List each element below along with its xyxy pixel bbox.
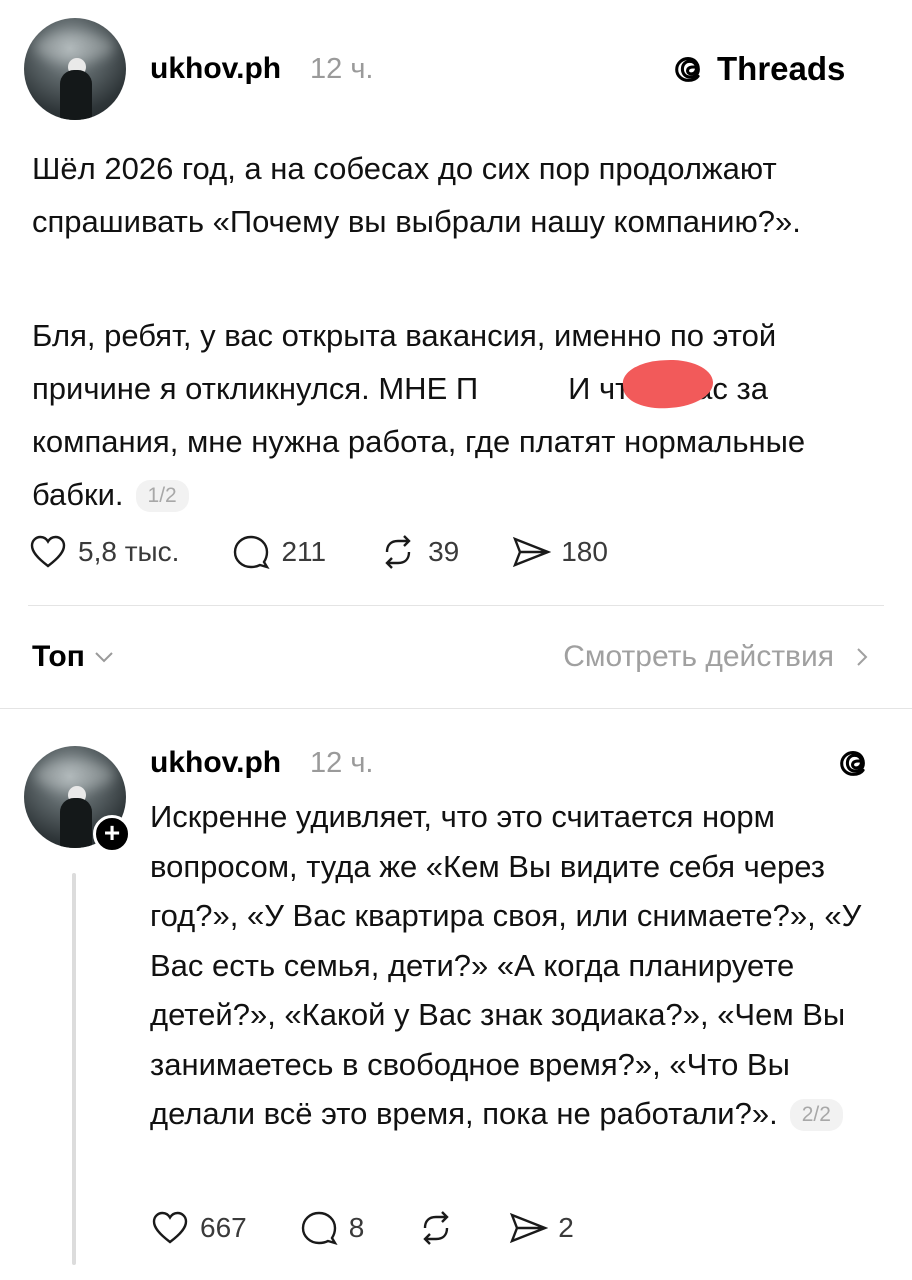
view-actions-label: Смотреть действия (563, 640, 834, 673)
sort-dropdown[interactable]: Топ (32, 640, 115, 674)
thread-line (72, 873, 76, 1265)
reply-text: Искренне удивляет, что это считается нор… (150, 799, 862, 1131)
brand-name: Threads (717, 50, 846, 87)
post-time: 12 ч. (310, 53, 374, 85)
like-button[interactable]: 5,8 тыс. (28, 532, 179, 572)
page-badge: 1/2 (135, 480, 189, 512)
repost-icon (423, 1211, 449, 1245)
post-body-2: Бля, ребят, у вас открыта вакансия, имен… (32, 309, 892, 521)
follow-plus-icon[interactable]: + (93, 815, 131, 853)
chevron-right-icon (857, 648, 868, 666)
reply-body: Искренне удивляет, что это считается нор… (150, 792, 890, 1139)
reply-paragraph: Искренне удивляет, что это считается нор… (150, 792, 890, 1139)
reposts-count: 39 (428, 536, 460, 567)
divider (0, 708, 912, 709)
share-button[interactable]: 180 (511, 532, 608, 572)
reply-likes-count: 667 (200, 1212, 247, 1243)
post-paragraph-2: Бля, ребят, у вас открыта вакансия, имен… (32, 309, 892, 521)
threads-brand[interactable]: Threads (671, 50, 845, 88)
post-actions: 5,8 тыс. 211 39 180 (28, 532, 660, 572)
threads-logo-icon[interactable] (836, 744, 874, 782)
comment-icon (301, 1211, 338, 1245)
post-paragraph-1: Шёл 2026 год, а на собесах до сих пор пр… (32, 151, 801, 239)
chevron-down-icon (95, 652, 113, 663)
threads-logo-icon (675, 57, 700, 82)
reply-reply-button[interactable]: 8 (299, 1208, 365, 1248)
reply-share-button[interactable]: 2 (508, 1208, 574, 1248)
likes-count: 5,8 тыс. (78, 536, 180, 567)
reply-button[interactable]: 211 (231, 532, 326, 572)
send-icon (510, 1212, 549, 1244)
heart-icon (152, 1211, 188, 1244)
sort-label: Топ (32, 640, 85, 673)
reply-shares-count: 2 (558, 1212, 574, 1243)
avatar[interactable] (24, 18, 126, 120)
send-icon (513, 536, 552, 568)
shares-count: 180 (561, 536, 608, 567)
repost-button[interactable]: 39 (378, 532, 459, 572)
reply-time: 12 ч. (310, 747, 374, 779)
comment-icon (234, 535, 271, 569)
reply-actions: 667 8 2 (150, 1208, 626, 1248)
reply-repost-button[interactable] (416, 1208, 456, 1248)
divider (28, 605, 884, 606)
reply-replies-count: 8 (348, 1212, 365, 1243)
repost-icon (385, 535, 411, 569)
post-username[interactable]: ukhov.ph (150, 52, 281, 86)
heart-icon (30, 535, 66, 568)
reply-page-badge: 2/2 (789, 1099, 843, 1131)
reply-like-button[interactable]: 667 (150, 1208, 247, 1248)
replies-count: 211 (281, 536, 327, 567)
view-actions-link[interactable]: Смотреть действия (563, 640, 872, 674)
reply-username[interactable]: ukhov.ph (150, 746, 281, 780)
post-body: Шёл 2026 год, а на собесах до сих пор пр… (32, 142, 892, 248)
